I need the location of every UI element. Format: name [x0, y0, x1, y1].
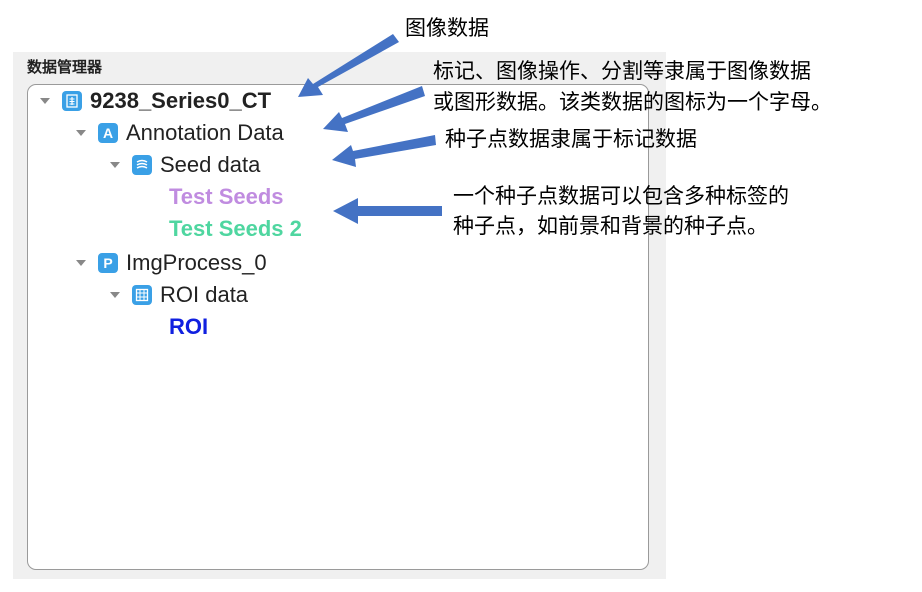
arrow-icon: [298, 34, 399, 97]
arrow-icon: [323, 86, 425, 132]
arrow-icon: [332, 135, 436, 167]
annotation-arrows: [298, 34, 442, 224]
arrow-icon: [333, 198, 442, 224]
